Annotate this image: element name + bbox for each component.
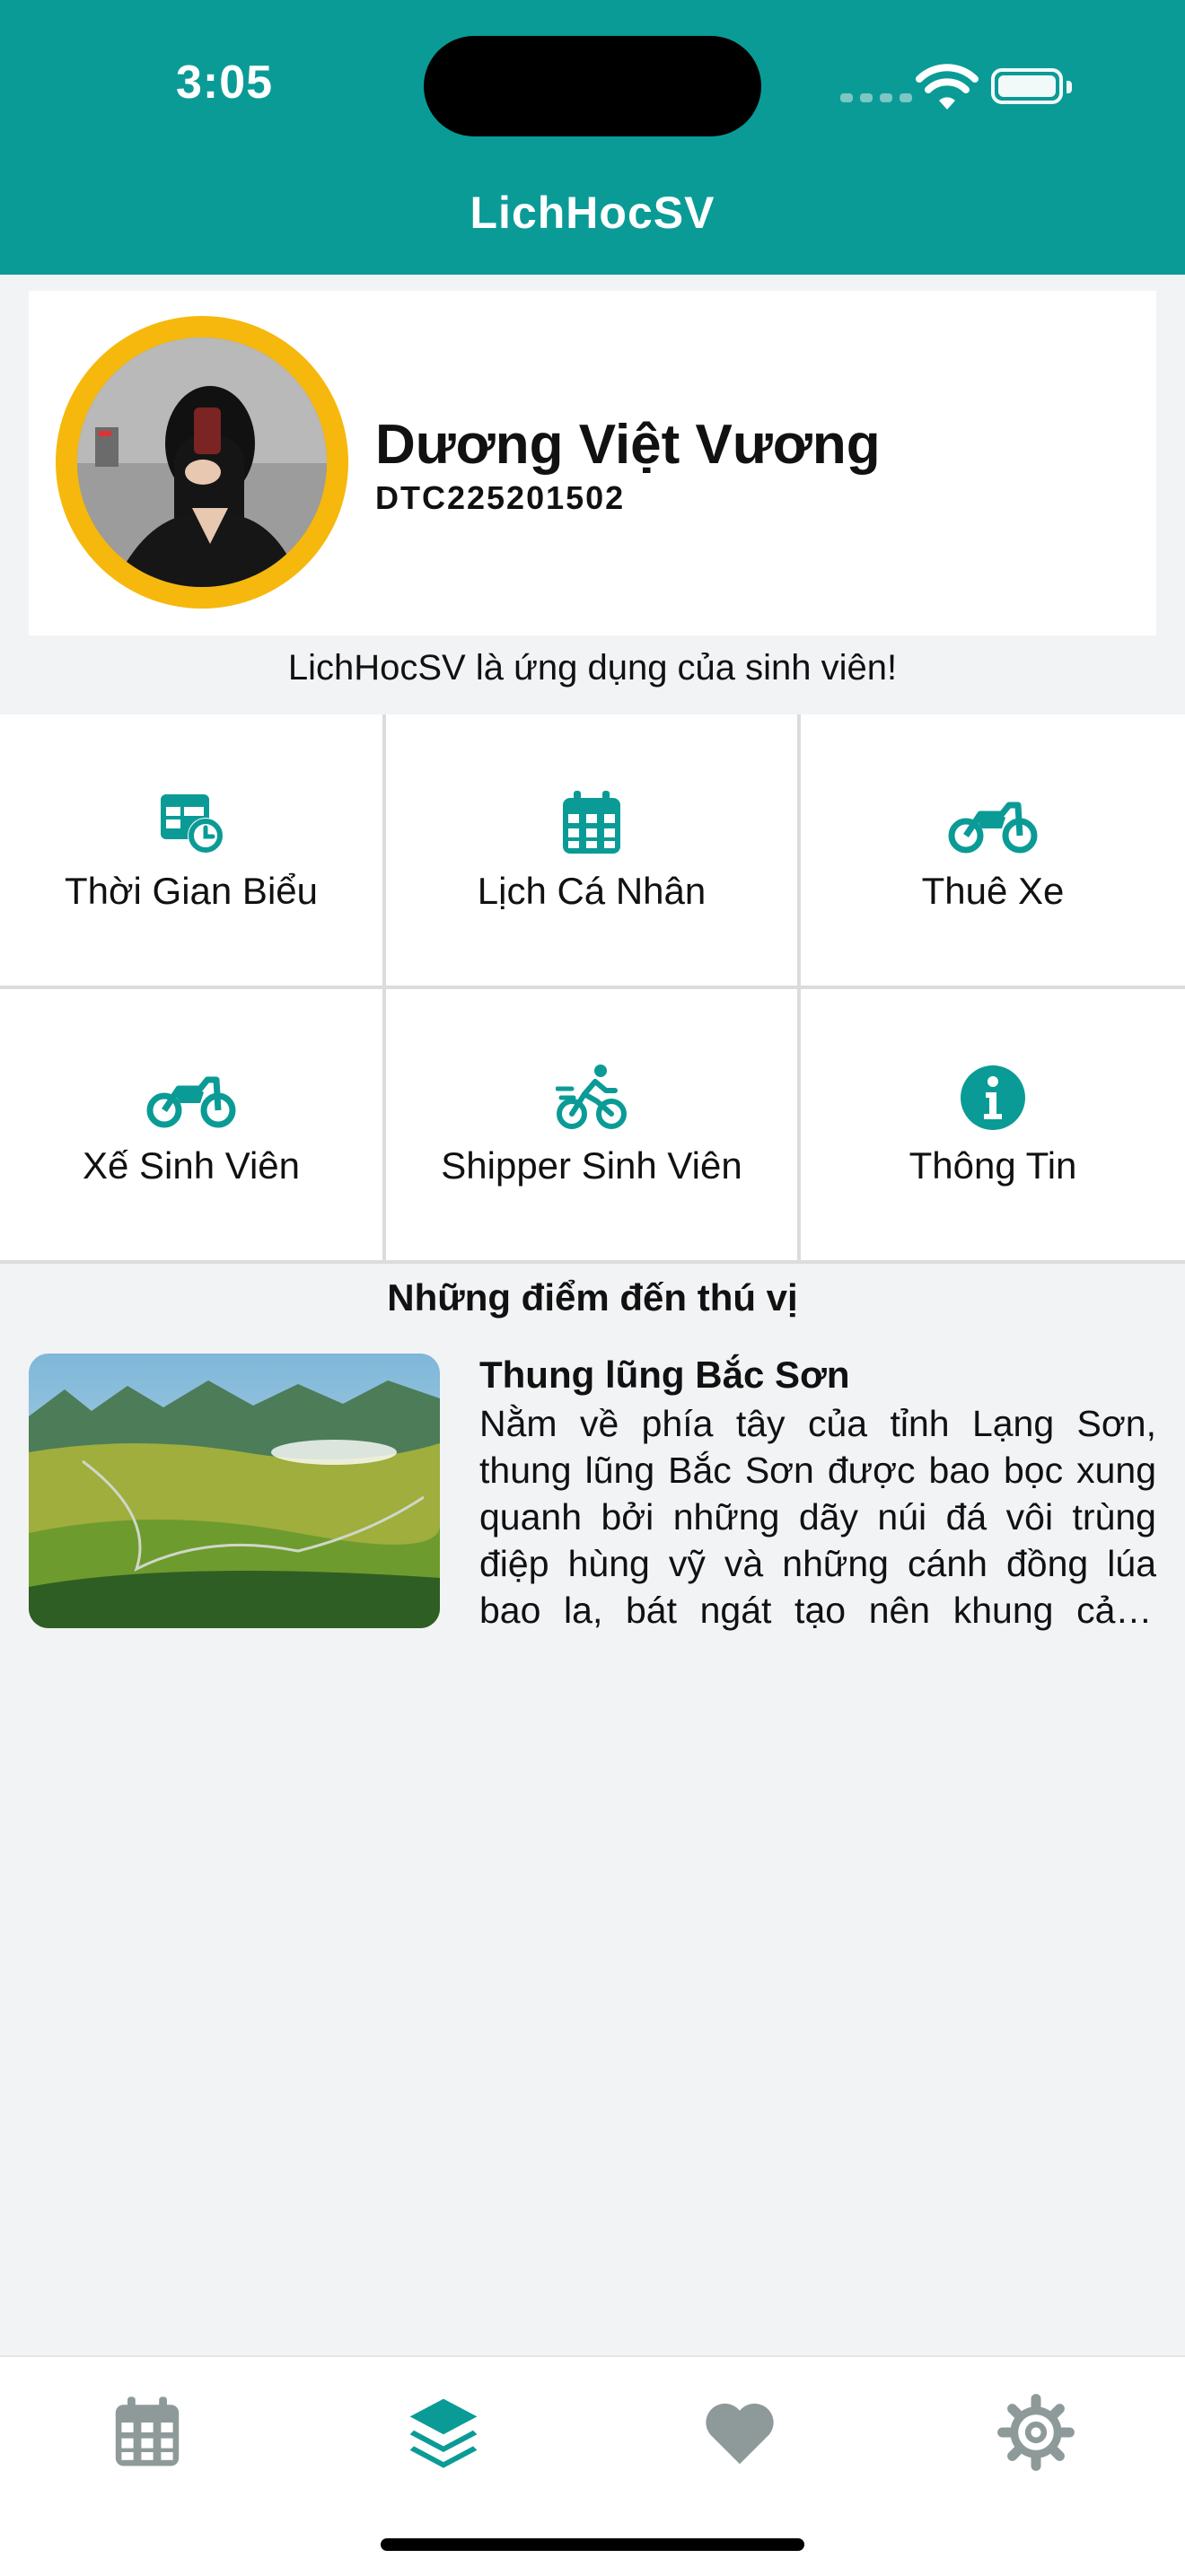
- layers-icon: [409, 2398, 478, 2468]
- heart-icon: [706, 2403, 774, 2465]
- info-icon: [961, 1065, 1025, 1130]
- motorcycle-icon: [146, 1076, 236, 1128]
- menu-item-info[interactable]: Thông Tin: [801, 989, 1185, 1260]
- calendar-icon: [563, 791, 620, 854]
- gear-icon: [997, 2394, 1075, 2471]
- calendar-icon: [115, 2396, 180, 2466]
- menu-item-label: Shipper Sinh Viên: [441, 1144, 742, 1187]
- status-time: 3:05: [175, 57, 274, 109]
- profile-name: Dương Việt Vương: [375, 414, 881, 476]
- bicycle-rider-icon: [556, 1065, 627, 1129]
- menu-grid: Thời Gian Biểu Lịch Cá Nhân Thuê Xe Xế S…: [0, 714, 1185, 1264]
- menu-item-timetable[interactable]: Thời Gian Biểu: [0, 714, 382, 986]
- tab-favorites[interactable]: [700, 2393, 779, 2472]
- menu-item-label: Thuê Xe: [921, 870, 1065, 912]
- page-title: LichHocSV: [470, 188, 715, 238]
- valley-photo: [29, 1354, 440, 1628]
- avatar-photo: [77, 337, 327, 587]
- tagline: LichHocSV là ứng dụng của sinh viên!: [287, 648, 898, 688]
- home-indicator[interactable]: [381, 2538, 804, 2551]
- menu-item-student-ride[interactable]: Xế Sinh Viên: [0, 989, 382, 1260]
- battery-icon: [991, 68, 1072, 104]
- menu-item-label: Xế Sinh Viên: [82, 1144, 301, 1187]
- destination-image[interactable]: [29, 1354, 440, 1628]
- section-title: Những điểm đến thú vị: [387, 1276, 798, 1319]
- destination-description: Nằm về phía tây của tỉnh Lạng Sơn, thung…: [479, 1403, 1156, 1631]
- menu-item-personal-calendar[interactable]: Lịch Cá Nhân: [386, 714, 797, 986]
- menu-item-label: Thông Tin: [908, 1144, 1077, 1187]
- motorcycle-icon: [948, 802, 1038, 854]
- tab-calendar[interactable]: [108, 2393, 187, 2472]
- tab-home[interactable]: [404, 2393, 483, 2472]
- tab-settings[interactable]: [996, 2393, 1075, 2472]
- student-id: DTC225201502: [375, 479, 626, 516]
- menu-item-label: Lịch Cá Nhân: [477, 870, 707, 912]
- destination-title: Thung lũng Bắc Sơn: [479, 1354, 850, 1396]
- dynamic-island: [424, 36, 761, 136]
- avatar[interactable]: [77, 337, 327, 587]
- menu-item-student-shipper[interactable]: Shipper Sinh Viên: [386, 989, 797, 1260]
- timetable-icon: [161, 794, 224, 854]
- wifi-icon: [916, 64, 979, 110]
- cellular-signal-icon: [840, 93, 912, 102]
- menu-item-label: Thời Gian Biểu: [64, 870, 318, 912]
- app-header: 3:05 LichHocSV: [0, 0, 1185, 275]
- menu-item-rent-bike[interactable]: Thuê Xe: [801, 714, 1185, 986]
- avatar-ring: [56, 316, 348, 609]
- profile-card[interactable]: Dương Việt Vương DTC225201502: [29, 291, 1156, 635]
